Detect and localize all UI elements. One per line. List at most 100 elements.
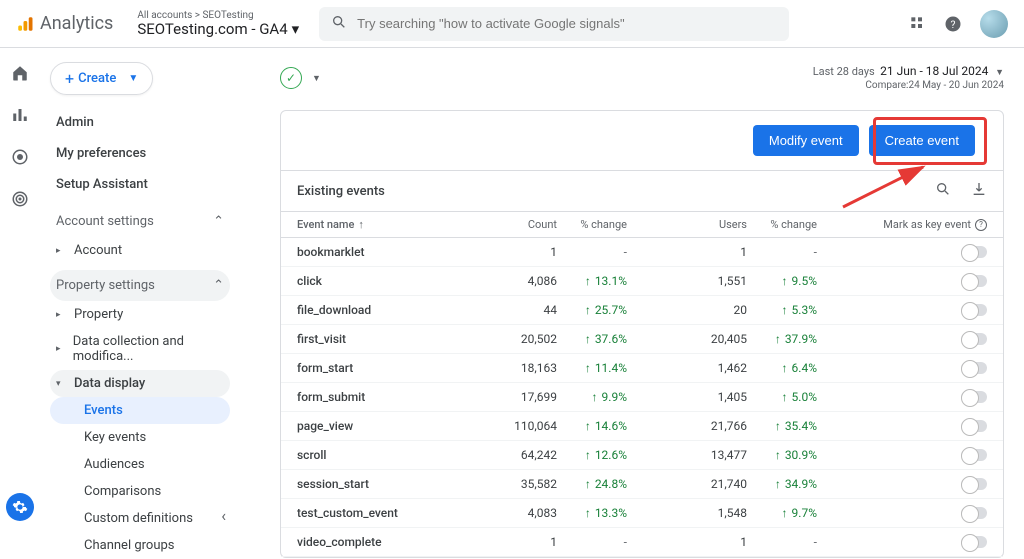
change2-cell: ↑5.0% bbox=[747, 390, 817, 404]
col-mark-key: Mark as key event? bbox=[817, 218, 987, 231]
apps-icon[interactable] bbox=[910, 16, 926, 32]
search-input[interactable] bbox=[357, 16, 777, 31]
key-event-toggle[interactable] bbox=[961, 478, 987, 490]
change1-cell: - bbox=[557, 535, 627, 549]
event-name-cell: first_visit bbox=[297, 332, 497, 346]
create-button[interactable]: + Create ▼ bbox=[50, 62, 153, 95]
sidebar-item-key-events[interactable]: Key events bbox=[50, 424, 230, 451]
col-count[interactable]: Count bbox=[497, 218, 557, 231]
table-row[interactable]: file_download44↑25.7%20↑5.3% bbox=[281, 296, 1003, 325]
key-event-toggle[interactable] bbox=[961, 362, 987, 374]
count-cell: 4,086 bbox=[497, 274, 557, 288]
product-logo[interactable]: Analytics bbox=[16, 13, 113, 34]
key-event-toggle[interactable] bbox=[961, 333, 987, 345]
key-event-toggle[interactable] bbox=[961, 246, 987, 258]
search-bar[interactable] bbox=[319, 7, 789, 41]
reports-icon[interactable] bbox=[11, 106, 29, 128]
users-cell: 13,477 bbox=[627, 448, 747, 462]
help-icon[interactable]: ? bbox=[944, 15, 962, 33]
plus-icon: + bbox=[65, 69, 74, 88]
top-header: Analytics All accounts > SEOTesting SEOT… bbox=[0, 0, 1024, 48]
create-event-button[interactable]: Create event bbox=[869, 125, 975, 156]
table-row[interactable]: session_start35,582↑24.8%21,740↑34.9% bbox=[281, 470, 1003, 499]
table-row[interactable]: scroll64,242↑12.6%13,477↑30.9% bbox=[281, 441, 1003, 470]
change1-cell: ↑13.1% bbox=[557, 274, 627, 288]
key-event-toggle[interactable] bbox=[961, 420, 987, 432]
property-settings-header[interactable]: Property settings ⌃ bbox=[50, 270, 230, 301]
event-name-cell: click bbox=[297, 274, 497, 288]
sidebar-item-events[interactable]: Events bbox=[50, 397, 230, 424]
change2-cell: ↑9.5% bbox=[747, 274, 817, 288]
table-search-icon[interactable] bbox=[935, 181, 951, 201]
col-change-1[interactable]: % change bbox=[557, 218, 627, 231]
sidebar-item-audiences[interactable]: Audiences bbox=[50, 451, 230, 478]
sidebar-item-custom-definitions[interactable]: Custom definitions bbox=[50, 505, 230, 532]
mark-key-cell bbox=[817, 333, 987, 345]
svg-text:?: ? bbox=[951, 17, 956, 30]
table-row[interactable]: form_submit17,699↑9.9%1,405↑5.0% bbox=[281, 383, 1003, 412]
table-row[interactable]: click4,086↑13.1%1,551↑9.5% bbox=[281, 267, 1003, 296]
check-icon: ✓ bbox=[280, 67, 302, 89]
col-event-name[interactable]: Event name↑ bbox=[297, 218, 497, 231]
col-users[interactable]: Users bbox=[627, 218, 747, 231]
event-name-cell: scroll bbox=[297, 448, 497, 462]
users-cell: 21,766 bbox=[627, 419, 747, 433]
admin-sidebar: + Create ▼ Admin My preferences Setup As… bbox=[40, 48, 240, 535]
home-icon[interactable] bbox=[11, 64, 29, 86]
modify-event-button[interactable]: Modify event bbox=[753, 125, 859, 156]
main-content: ✓ ▼ Last 28 days 21 Jun - 18 Jul 2024 ▼ … bbox=[240, 48, 1024, 535]
caret-down-icon: ▼ bbox=[312, 73, 321, 84]
count-cell: 18,163 bbox=[497, 361, 557, 375]
help-tooltip-icon[interactable]: ? bbox=[975, 219, 987, 231]
status-check-dropdown[interactable]: ✓ ▼ bbox=[280, 67, 321, 89]
date-range-picker[interactable]: Last 28 days 21 Jun - 18 Jul 2024 ▼ Comp… bbox=[813, 63, 1004, 94]
table-row[interactable]: form_start18,163↑11.4%1,462↑6.4% bbox=[281, 354, 1003, 383]
explore-icon[interactable] bbox=[11, 148, 29, 170]
sidebar-item-comparisons[interactable]: Comparisons bbox=[50, 478, 230, 505]
key-event-toggle[interactable] bbox=[961, 304, 987, 316]
header-right: ? bbox=[910, 10, 1008, 38]
sidebar-item-setup-assistant[interactable]: Setup Assistant bbox=[50, 169, 230, 200]
table-row[interactable]: page_view110,064↑14.6%21,766↑35.4% bbox=[281, 412, 1003, 441]
key-event-toggle[interactable] bbox=[961, 275, 987, 287]
users-cell: 1,551 bbox=[627, 274, 747, 288]
account-settings-label: Account settings bbox=[56, 214, 154, 229]
account-property-picker[interactable]: All accounts > SEOTesting SEOTesting.com… bbox=[137, 10, 299, 38]
sidebar-item-data-collection[interactable]: ▸Data collection and modifica... bbox=[50, 328, 230, 370]
change1-cell: ↑13.3% bbox=[557, 506, 627, 520]
table-row[interactable]: bookmarklet1-1- bbox=[281, 238, 1003, 267]
key-event-toggle[interactable] bbox=[961, 449, 987, 461]
product-name: Analytics bbox=[40, 13, 113, 34]
download-icon[interactable] bbox=[971, 181, 987, 201]
triangle-right-icon: ▸ bbox=[56, 310, 66, 320]
user-avatar[interactable] bbox=[980, 10, 1008, 38]
sidebar-item-admin[interactable]: Admin bbox=[50, 107, 230, 138]
change2-cell: ↑5.3% bbox=[747, 303, 817, 317]
caret-down-icon: ▼ bbox=[995, 68, 1004, 78]
advertising-icon[interactable] bbox=[11, 190, 29, 212]
key-event-toggle[interactable] bbox=[961, 536, 987, 548]
col-change-2[interactable]: % change bbox=[747, 218, 817, 231]
existing-events-title: Existing events bbox=[297, 184, 915, 199]
change1-cell: ↑25.7% bbox=[557, 303, 627, 317]
mark-key-cell bbox=[817, 304, 987, 316]
key-event-toggle[interactable] bbox=[961, 391, 987, 403]
table-row[interactable]: video_complete1-1- bbox=[281, 528, 1003, 557]
property-label: Property bbox=[74, 307, 123, 322]
key-event-toggle[interactable] bbox=[961, 507, 987, 519]
event-name-cell: video_complete bbox=[297, 535, 497, 549]
users-cell: 20 bbox=[627, 303, 747, 317]
account-settings-header[interactable]: Account settings ⌃ bbox=[50, 206, 230, 237]
collapse-sidebar-icon[interactable]: ‹ bbox=[221, 506, 226, 525]
sidebar-item-property[interactable]: ▸ Property bbox=[50, 301, 230, 328]
analytics-logo-icon bbox=[16, 15, 34, 33]
sidebar-item-channel-groups[interactable]: Channel groups bbox=[50, 532, 230, 559]
sidebar-item-account[interactable]: ▸Account bbox=[50, 237, 230, 264]
sidebar-item-preferences[interactable]: My preferences bbox=[50, 138, 230, 169]
table-row[interactable]: test_custom_event4,083↑13.3%1,548↑9.7% bbox=[281, 499, 1003, 528]
admin-gear-icon[interactable] bbox=[6, 493, 34, 521]
table-row[interactable]: first_visit20,502↑37.6%20,405↑37.9% bbox=[281, 325, 1003, 354]
events-card: Modify event Create event Existing event… bbox=[280, 110, 1004, 558]
sidebar-item-data-display[interactable]: ▾Data display bbox=[50, 370, 230, 397]
count-cell: 20,502 bbox=[497, 332, 557, 346]
